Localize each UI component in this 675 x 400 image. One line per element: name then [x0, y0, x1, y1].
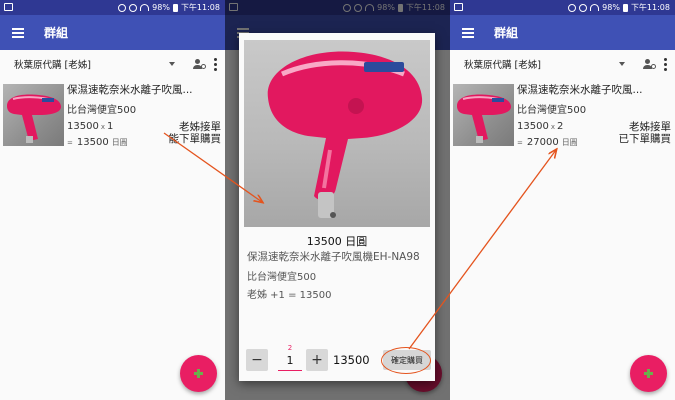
times-sign: x [550, 123, 555, 131]
add-button[interactable] [180, 355, 217, 392]
status-taker: 老姊接單 [179, 121, 221, 133]
sync-icon [118, 3, 127, 12]
product-name: 保濕速乾奈米水離子吹風... [517, 84, 643, 96]
clock: 下午11:08 [630, 3, 670, 12]
total-value: 27000 [526, 137, 559, 148]
product-description: 比台灣便宜500 [67, 105, 137, 116]
add-button[interactable] [630, 355, 667, 392]
equals-sign: = [517, 139, 523, 147]
unit-price: 13500 [517, 121, 549, 132]
dropdown-caret-icon[interactable] [169, 62, 175, 66]
status-taker: 老姊接單 [629, 121, 671, 133]
product-description: 比台灣便宜500 [517, 105, 587, 116]
sync-icon [568, 3, 577, 12]
add-icon [194, 369, 203, 378]
status-state: 已下單購買 [618, 133, 672, 145]
battery-icon [172, 3, 178, 12]
price-quantity: 13500 x 1 [67, 121, 113, 132]
add-icon [644, 369, 653, 378]
equals-sign: = [67, 139, 73, 147]
list-item[interactable]: 保濕速乾奈米水離子吹風... 比台灣便宜500 13500 x 2 = 27000 日圓… [453, 80, 675, 150]
decrement-button[interactable]: − [246, 349, 268, 371]
dialog-total: 13500 [333, 353, 370, 367]
quantity-hint: 2 [287, 344, 293, 352]
total-line: = 13500 日圓 [67, 137, 128, 148]
screen-before: 98% 下午11:08 群組 秋葉原代購 [老姊] 保濕速乾奈米水離子吹風...… [0, 0, 225, 400]
battery-percent: 98% [602, 3, 620, 12]
quantity: 1 [106, 121, 114, 132]
page-title: 群組 [44, 26, 69, 40]
dropdown-caret-icon[interactable] [619, 62, 625, 66]
notification-icon [4, 3, 13, 11]
status-bar: 98% 下午11:08 [450, 0, 675, 15]
total-value: 13500 [76, 137, 109, 148]
stage: 98% 下午11:08 群組 秋葉原代購 [老姊] 保濕速乾奈米水離子吹風...… [0, 0, 675, 400]
mute-icon [579, 3, 588, 12]
order-status: 老姊接單 能下單購買 [169, 121, 222, 145]
notification-icon [454, 3, 463, 11]
more-vert-icon[interactable] [664, 57, 667, 71]
currency: 日圓 [561, 138, 578, 147]
price-quantity: 13500 x 2 [517, 121, 563, 132]
more-vert-icon[interactable] [214, 57, 217, 71]
mute-icon [129, 3, 138, 12]
wifi-icon [140, 4, 150, 11]
order-summary: 老姊 +1 = 13500 [247, 290, 332, 301]
status-bar: 98% 下午11:08 [0, 0, 225, 15]
group-settings-icon[interactable] [643, 59, 656, 69]
group-selector-row: 秋葉原代購 [老姊] [450, 50, 675, 78]
group-settings-icon[interactable] [193, 59, 206, 69]
hair-dryer-photo [453, 84, 514, 146]
quantity: 2 [556, 121, 564, 132]
clock: 下午11:08 [180, 3, 220, 12]
list-item[interactable]: 保濕速乾奈米水離子吹風... 比台灣便宜500 13500 x 1 = 13500 日圓… [3, 80, 225, 150]
group-selector[interactable]: 秋葉原代購 [老姊] [464, 57, 619, 71]
app-bar: 群組 [0, 15, 225, 50]
group-selector-row: 秋葉原代購 [老姊] [0, 50, 225, 78]
page-title: 群組 [494, 26, 519, 40]
wifi-icon [590, 4, 600, 11]
order-status: 老姊接單 已下單購買 [619, 121, 672, 145]
product-description: 比台灣便宜500 [247, 272, 317, 283]
battery-icon [622, 3, 628, 12]
menu-icon[interactable] [12, 27, 24, 38]
status-state: 能下單購買 [168, 133, 222, 145]
product-name: 保濕速乾奈米水離子吹風機EH-NA98 [247, 251, 420, 263]
times-sign: x [100, 123, 105, 131]
price-label: 13500 日圓 [306, 235, 368, 248]
increment-button[interactable]: + [306, 349, 328, 371]
confirm-button-highlight [381, 347, 431, 374]
hair-dryer-photo [244, 40, 430, 227]
group-selector[interactable]: 秋葉原代購 [老姊] [14, 57, 169, 71]
total-line: = 27000 日圓 [517, 137, 578, 148]
unit-price: 13500 [67, 121, 99, 132]
quantity-input[interactable]: 1 [278, 354, 302, 371]
product-name: 保濕速乾奈米水離子吹風... [67, 84, 193, 96]
app-bar: 群組 [450, 15, 675, 50]
screen-after: 98% 下午11:08 群組 秋葉原代購 [老姊] 保濕速乾奈米水離子吹風...… [450, 0, 675, 400]
purchase-dialog: 13500 日圓 保濕速乾奈米水離子吹風機EH-NA98 比台灣便宜500 老姊… [239, 33, 435, 381]
hair-dryer-photo [3, 84, 64, 146]
battery-percent: 98% [152, 3, 170, 12]
screen-dialog: 98% 下午11:08 13500 日圓 保濕速乾奈米水 [225, 0, 450, 400]
menu-icon[interactable] [462, 27, 474, 38]
currency: 日圓 [111, 138, 128, 147]
